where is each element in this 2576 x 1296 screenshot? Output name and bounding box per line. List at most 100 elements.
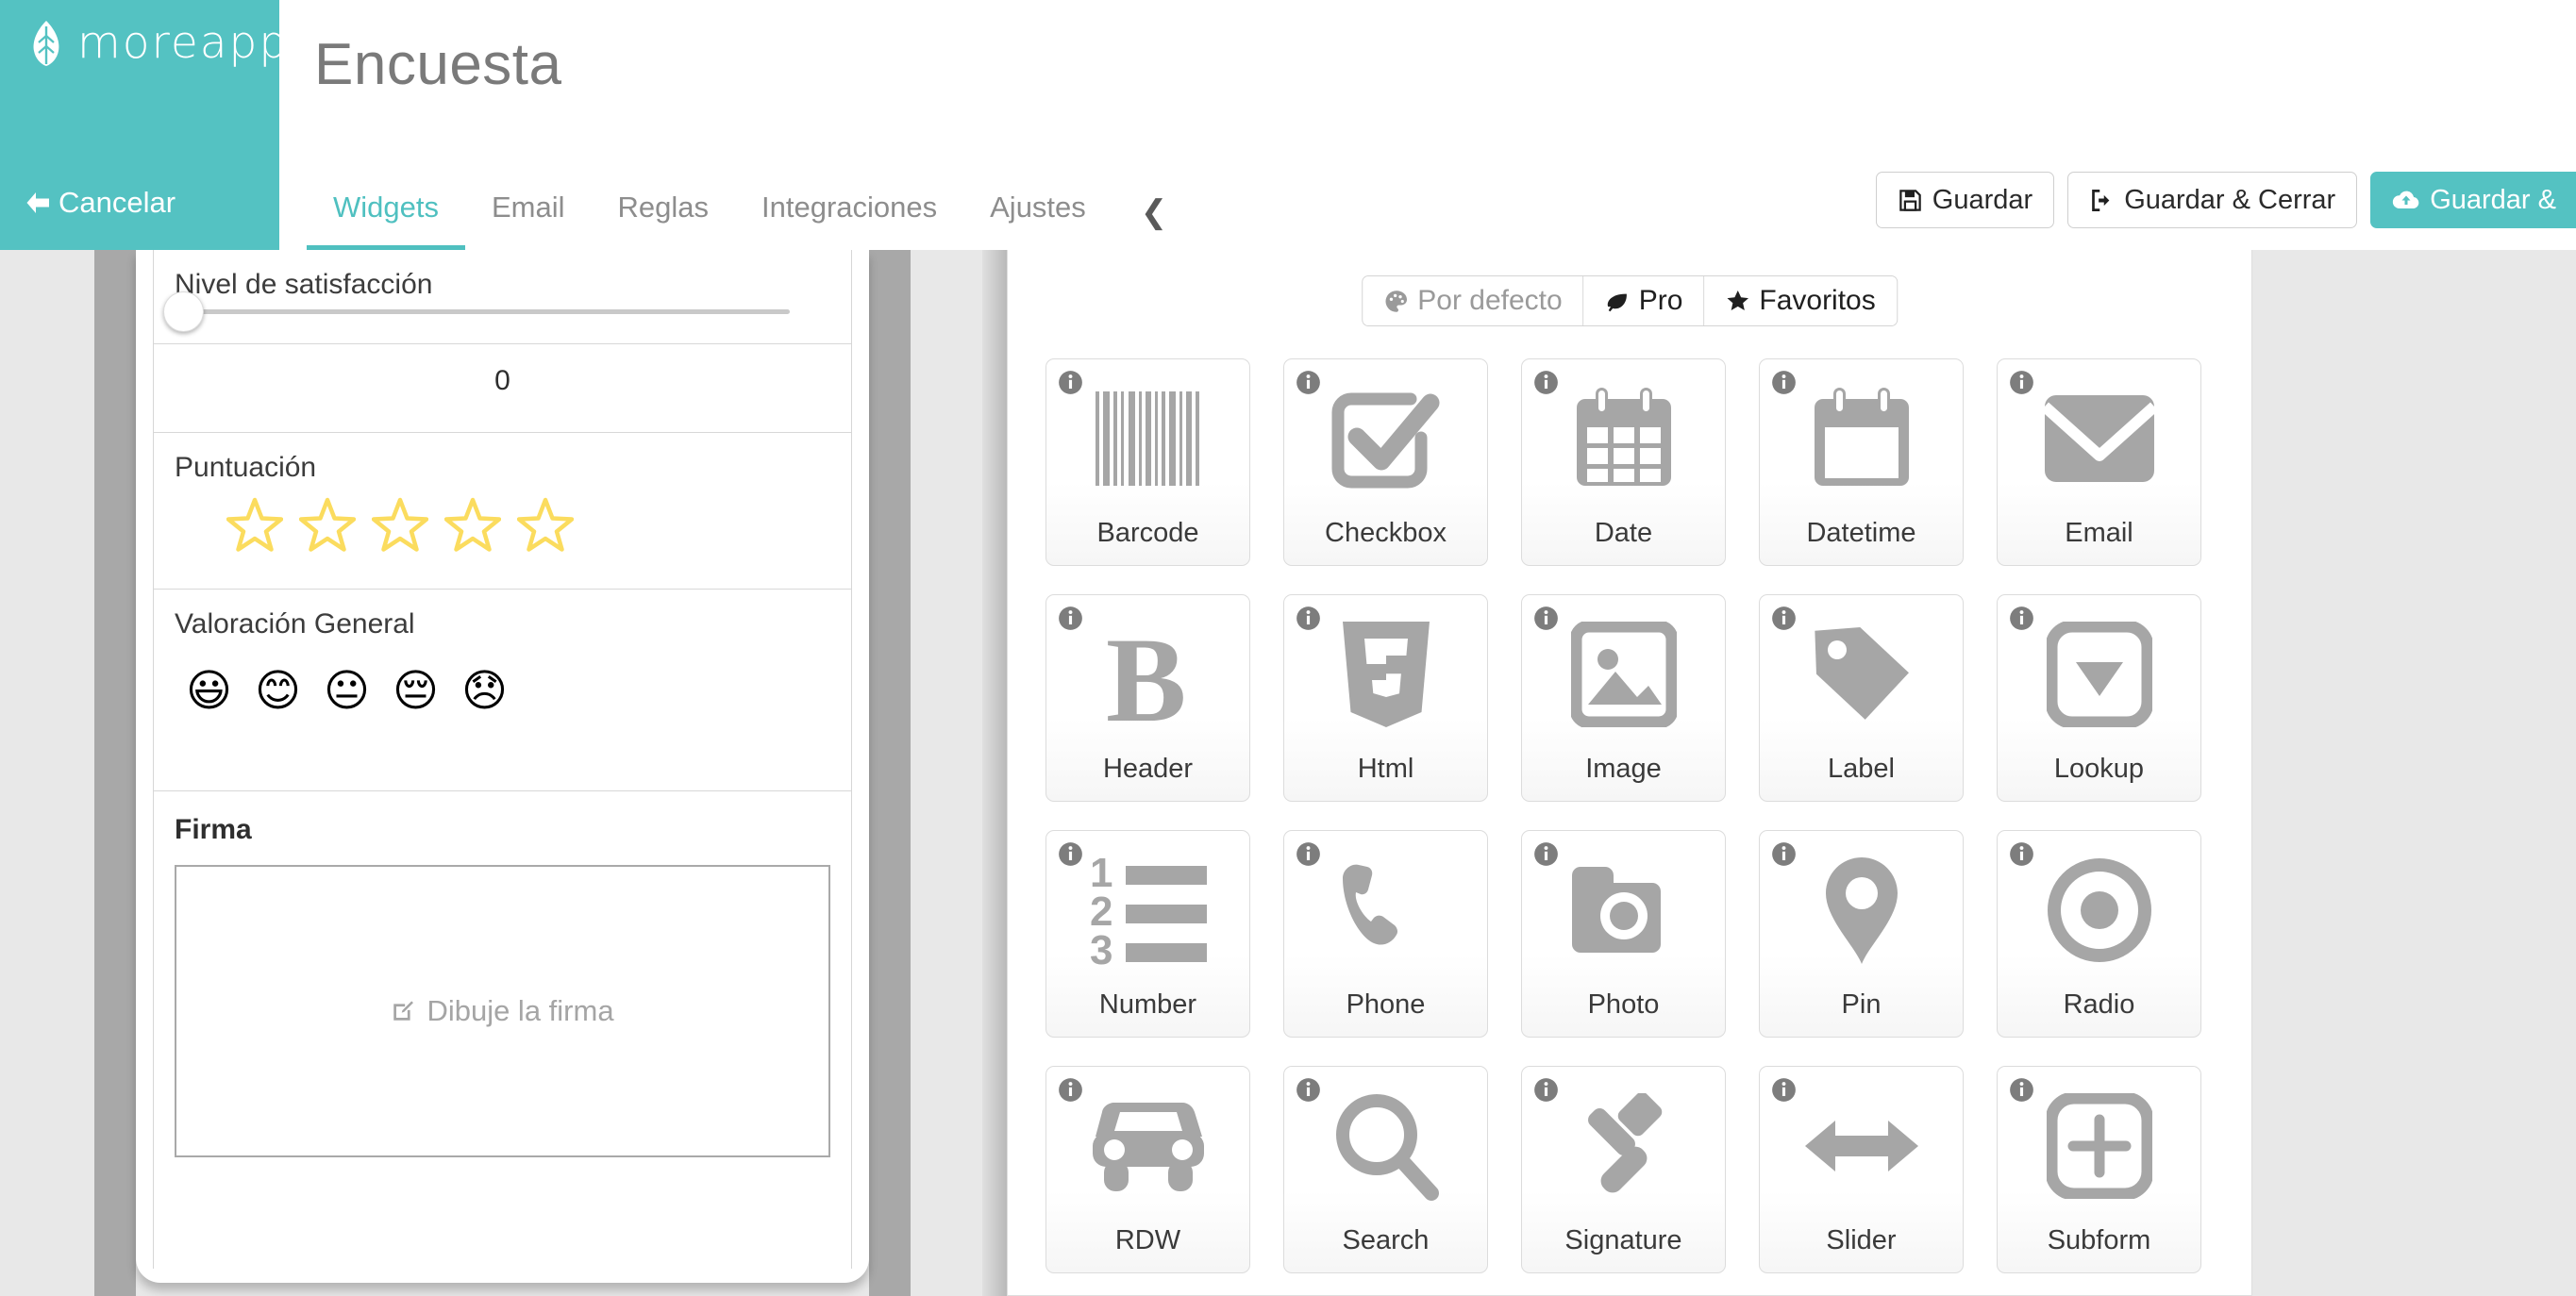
- slider-track[interactable]: [175, 309, 790, 314]
- info-circle-icon[interactable]: [1058, 1077, 1083, 1103]
- widget-card-checkbox-label: Checkbox: [1325, 518, 1447, 548]
- widget-catalog-panel: Por defecto Pro Favoritos Barcode Checkb…: [1007, 250, 2252, 1296]
- widget-card-checkbox[interactable]: Checkbox: [1283, 358, 1488, 566]
- save-button[interactable]: Guardar: [1875, 172, 2055, 228]
- star-icon[interactable]: [226, 497, 283, 552]
- info-circle-icon[interactable]: [1296, 1077, 1321, 1103]
- widget-card-signature-label: Signature: [1564, 1225, 1682, 1255]
- widget-card-date[interactable]: Date: [1521, 358, 1726, 566]
- smiley-very-sad-icon[interactable]: 😞: [461, 665, 508, 718]
- floppy-disk-icon: [1898, 188, 1923, 213]
- slider-value: 0: [494, 365, 510, 396]
- widget-grid: Barcode Checkbox Date Datetime Email B H…: [1045, 358, 2220, 1273]
- info-circle-icon[interactable]: [2009, 1077, 2034, 1103]
- preview-scrollbar-left[interactable]: [94, 250, 136, 1296]
- tab-ajustes[interactable]: Ajustes: [963, 191, 1112, 250]
- save-and-close-button[interactable]: Guardar & Cerrar: [2067, 172, 2358, 228]
- preview-widget-signature-label: Firma: [175, 814, 252, 845]
- info-circle-icon[interactable]: [1296, 370, 1321, 395]
- svg-text:3: 3: [1090, 927, 1112, 967]
- pencil-square-icon: [391, 999, 415, 1023]
- preview-widget-rating[interactable]: Puntuación: [154, 433, 851, 590]
- widget-card-rdw-label: RDW: [1114, 1225, 1181, 1255]
- info-circle-icon[interactable]: [1058, 370, 1083, 395]
- preview-widget-slider[interactable]: Nivel de satisfacción: [154, 250, 851, 344]
- palette-icon: [1383, 289, 1409, 314]
- widget-card-datetime-label: Datetime: [1806, 518, 1916, 548]
- info-circle-icon[interactable]: [1533, 370, 1559, 395]
- widget-card-photo[interactable]: Photo: [1521, 830, 1726, 1038]
- widget-card-datetime[interactable]: Datetime: [1759, 358, 1964, 566]
- cancel-button[interactable]: Cancelar: [24, 186, 176, 220]
- form-preview: Nivel de satisfacción 0 Puntuación Valor…: [153, 250, 852, 1269]
- preview-widget-smiley[interactable]: Valoración General 😃 😊 😐 😔 😞: [154, 590, 851, 791]
- info-circle-icon[interactable]: [1058, 841, 1083, 867]
- widget-category-switch: Por defecto Pro Favoritos: [1362, 275, 1898, 326]
- widget-card-radio[interactable]: Radio: [1997, 830, 2201, 1038]
- widget-card-slider[interactable]: Slider: [1759, 1066, 1964, 1273]
- info-circle-icon[interactable]: [2009, 606, 2034, 631]
- smiley-very-happy-icon[interactable]: 😃: [186, 665, 232, 718]
- widget-card-radio-label: Radio: [2063, 989, 2135, 1020]
- widget-card-signature[interactable]: Signature: [1521, 1066, 1726, 1273]
- widget-card-email-label: Email: [2065, 518, 2133, 548]
- widget-card-subform[interactable]: Subform: [1997, 1066, 2201, 1273]
- category-pro[interactable]: Pro: [1583, 276, 1705, 325]
- save-and-publish-button[interactable]: Guardar &: [2370, 172, 2576, 228]
- widget-card-label[interactable]: Label: [1759, 594, 1964, 802]
- star-rating[interactable]: [175, 484, 830, 552]
- info-circle-icon[interactable]: [1771, 370, 1797, 395]
- smiley-rating[interactable]: 😃 😊 😐 😔 😞: [175, 640, 830, 718]
- preview-widget-signature[interactable]: Firma Dibuje la firma: [154, 791, 851, 1180]
- tab-integraciones[interactable]: Integraciones: [735, 191, 963, 250]
- save-and-close-label: Guardar & Cerrar: [2124, 184, 2336, 215]
- info-circle-icon[interactable]: [2009, 841, 2034, 867]
- widget-card-phone[interactable]: Phone: [1283, 830, 1488, 1038]
- category-favoritos[interactable]: Favoritos: [1704, 276, 1897, 325]
- widget-card-search[interactable]: Search: [1283, 1066, 1488, 1273]
- category-por-defecto[interactable]: Por defecto: [1363, 276, 1584, 325]
- star-icon[interactable]: [299, 497, 356, 552]
- info-circle-icon[interactable]: [1296, 606, 1321, 631]
- info-circle-icon[interactable]: [1533, 1077, 1559, 1103]
- chevron-left-icon[interactable]: ❮: [1112, 195, 1189, 250]
- slider-knob[interactable]: [163, 291, 204, 332]
- info-circle-icon[interactable]: [1533, 606, 1559, 631]
- star-icon[interactable]: [444, 497, 501, 552]
- info-circle-icon[interactable]: [1296, 841, 1321, 867]
- smiley-sad-icon[interactable]: 😔: [393, 665, 439, 718]
- info-circle-icon[interactable]: [1058, 606, 1083, 631]
- preview-widget-smiley-label: Valoración General: [175, 608, 415, 640]
- widget-card-number-label: Number: [1098, 989, 1197, 1020]
- info-circle-icon[interactable]: [1771, 606, 1797, 631]
- preview-widget-rating-label: Puntuación: [175, 452, 317, 483]
- widget-card-rdw[interactable]: RDW: [1045, 1066, 1250, 1273]
- widget-card-number[interactable]: 1 2 3 Number: [1045, 830, 1250, 1038]
- widget-card-email[interactable]: Email: [1997, 358, 2201, 566]
- brand-logo: moreapp: [28, 21, 289, 66]
- signature-canvas[interactable]: Dibuje la firma: [175, 865, 830, 1157]
- info-circle-icon[interactable]: [1533, 841, 1559, 867]
- tab-email[interactable]: Email: [465, 191, 592, 250]
- widget-card-slider-label: Slider: [1826, 1225, 1897, 1255]
- leaf-icon: [28, 21, 64, 66]
- widget-card-header[interactable]: B Header: [1045, 594, 1250, 802]
- widget-card-barcode[interactable]: Barcode: [1045, 358, 1250, 566]
- widget-card-image[interactable]: Image: [1521, 594, 1726, 802]
- widget-card-lookup[interactable]: Lookup: [1997, 594, 2201, 802]
- form-preview-column: Nivel de satisfacción 0 Puntuación Valor…: [0, 250, 1007, 1296]
- star-icon[interactable]: [372, 497, 428, 552]
- widget-card-phone-label: Phone: [1346, 989, 1426, 1020]
- star-icon[interactable]: [517, 497, 574, 552]
- tab-widgets[interactable]: Widgets: [307, 191, 465, 250]
- widget-card-html[interactable]: Html: [1283, 594, 1488, 802]
- info-circle-icon[interactable]: [1771, 841, 1797, 867]
- widget-card-pin[interactable]: Pin: [1759, 830, 1964, 1038]
- main-tabs: Widgets Email Reglas Integraciones Ajust…: [307, 175, 1188, 250]
- info-circle-icon[interactable]: [2009, 370, 2034, 395]
- smiley-happy-icon[interactable]: 😊: [255, 665, 301, 718]
- tab-reglas[interactable]: Reglas: [592, 191, 736, 250]
- info-circle-icon[interactable]: [1771, 1077, 1797, 1103]
- smiley-neutral-icon[interactable]: 😐: [324, 665, 370, 718]
- preview-scrollbar-right[interactable]: [869, 250, 911, 1296]
